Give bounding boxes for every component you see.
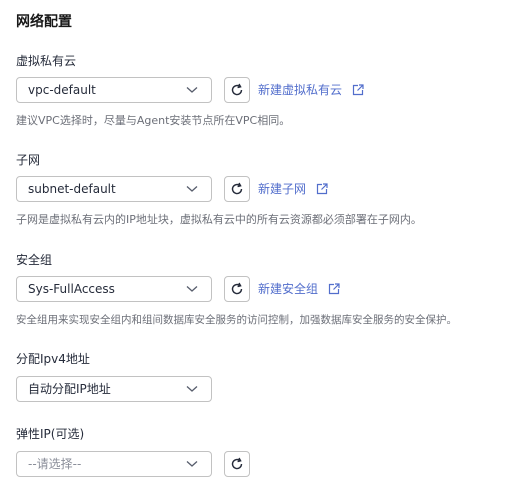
create-security-group-link-text: 新建安全组 xyxy=(258,282,319,296)
create-security-group-link[interactable]: 新建安全组 xyxy=(258,281,340,297)
external-link-icon xyxy=(328,283,340,295)
subnet-select[interactable]: subnet-default xyxy=(16,176,212,202)
security-group-select[interactable]: Sys-FullAccess xyxy=(16,276,212,302)
vpc-label: 虚拟私有云 xyxy=(16,54,77,68)
subnet-refresh-button[interactable] xyxy=(224,176,250,202)
chevron-down-icon xyxy=(186,186,198,192)
chevron-down-icon xyxy=(186,87,198,93)
create-subnet-link-text: 新建子网 xyxy=(258,182,307,196)
chevron-down-icon xyxy=(186,461,198,467)
refresh-icon xyxy=(231,282,243,295)
refresh-icon xyxy=(231,83,243,96)
create-vpc-link[interactable]: 新建虚拟私有云 xyxy=(258,82,364,98)
subnet-label: 子网 xyxy=(16,153,41,167)
security-group-select-value: Sys-FullAccess xyxy=(28,282,115,296)
subnet-select-value: subnet-default xyxy=(28,182,116,196)
vpc-refresh-button[interactable] xyxy=(224,77,250,103)
eip-select[interactable]: --请选择-- xyxy=(16,451,212,477)
vpc-select-value: vpc-default xyxy=(28,83,96,97)
ipv4-select-value: 自动分配IP地址 xyxy=(28,382,111,396)
chevron-down-icon xyxy=(186,386,198,392)
subnet-hint: 子网是虚拟私有云内的IP地址块，虚拟私有云中的所有云资源都必须部署在子网内。 xyxy=(16,213,422,226)
ipv4-select[interactable]: 自动分配IP地址 xyxy=(16,376,212,402)
eip-label: 弹性IP(可选) xyxy=(16,427,85,441)
create-vpc-link-text: 新建虚拟私有云 xyxy=(258,83,343,97)
ipv4-label: 分配Ipv4地址 xyxy=(16,352,90,366)
section-title: 网络配置 xyxy=(16,14,72,30)
eip-select-placeholder: --请选择-- xyxy=(28,457,82,471)
external-link-icon xyxy=(352,84,364,96)
refresh-icon xyxy=(231,182,243,195)
refresh-icon xyxy=(231,457,243,470)
vpc-select[interactable]: vpc-default xyxy=(16,77,212,103)
eip-refresh-button[interactable] xyxy=(224,451,250,477)
vpc-hint: 建议VPC选择时，尽量与Agent安装节点所在VPC相同。 xyxy=(16,114,291,127)
security-group-label: 安全组 xyxy=(16,253,53,267)
create-subnet-link[interactable]: 新建子网 xyxy=(258,181,328,197)
security-group-refresh-button[interactable] xyxy=(224,276,250,302)
chevron-down-icon xyxy=(186,286,198,292)
external-link-icon xyxy=(316,183,328,195)
security-group-hint: 安全组用来实现安全组内和组间数据库安全服务的访问控制，加强数据库安全服务的安全保… xyxy=(16,314,457,326)
